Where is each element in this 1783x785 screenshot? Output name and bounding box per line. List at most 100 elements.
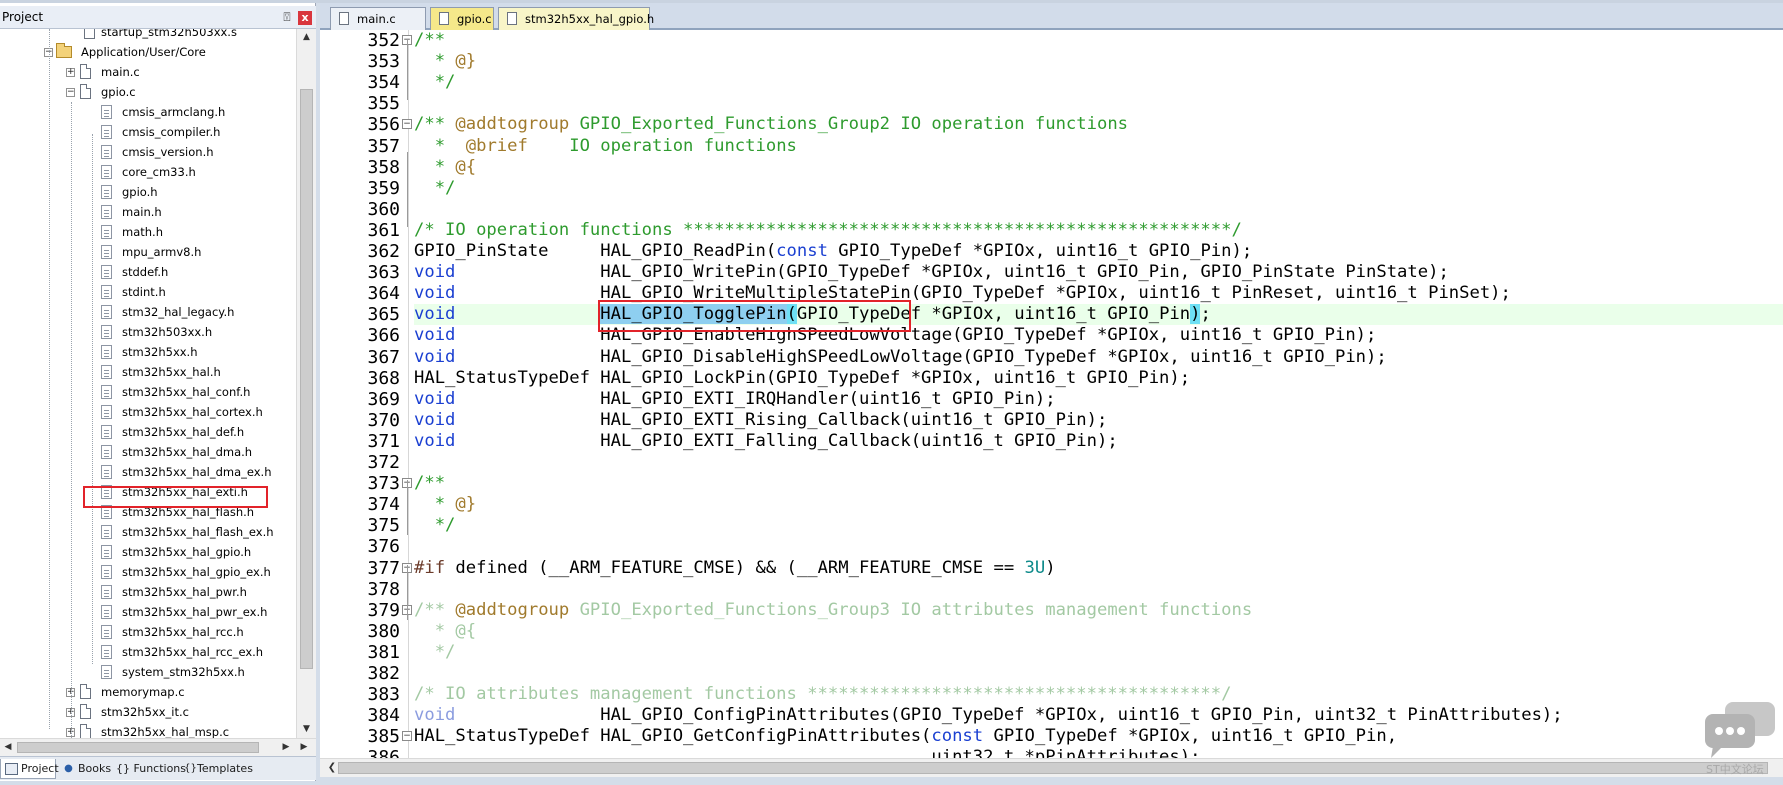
tab-gpio-c[interactable]: gpio.c [430, 7, 494, 30]
code-line[interactable]: HAL_StatusTypeDef HAL_GPIO_LockPin(GPIO_… [414, 368, 1783, 389]
tree-guide-line [71, 102, 72, 738]
code-line[interactable]: HAL_StatusTypeDef HAL_GPIO_GetConfigPinA… [414, 726, 1783, 747]
tab-main-c[interactable]: main.c [330, 7, 426, 30]
tree-file-item[interactable]: stm32h5xx_hal_rcc.h [0, 622, 296, 642]
tree-file-item[interactable]: stm32h503xx.h [0, 322, 296, 342]
code-line[interactable]: * @} [414, 51, 1783, 72]
tree-file-item[interactable]: stm32h5xx_hal_dma.h [0, 442, 296, 462]
tree-file-item[interactable]: cmsis_version.h [0, 142, 296, 162]
code-line[interactable] [414, 579, 1783, 600]
tree-horizontal-scroll-thumb[interactable] [17, 742, 259, 753]
tab-books[interactable]: ● Books [58, 759, 120, 779]
code-editor[interactable]: 352−353 354 355 356−357 358 359 360 361 362 363 36… [320, 30, 1783, 758]
tree-file-item[interactable]: stm32h5xx_hal_gpio.h [0, 542, 296, 562]
scroll-right-end-arrow-icon[interactable]: ▶ [296, 739, 312, 756]
fold-toggle-icon[interactable]: − [402, 731, 412, 742]
code-line[interactable]: /** [414, 473, 1783, 494]
tree-file-item[interactable]: stm32h5xx_hal.h [0, 362, 296, 382]
code-line[interactable]: * @} [414, 494, 1783, 515]
tree-file-item[interactable]: main.h [0, 202, 296, 222]
tree-file-item[interactable]: stm32_hal_legacy.h [0, 302, 296, 322]
code-line[interactable]: void HAL_GPIO_ConfigPinAttributes(GPIO_T… [414, 705, 1783, 726]
expand-icon[interactable]: + [66, 68, 75, 77]
tree-file-item[interactable]: cmsis_armclang.h [0, 102, 296, 122]
code-line[interactable]: void HAL_GPIO_EXTI_IRQHandler(uint16_t G… [414, 389, 1783, 410]
tree-folder-item[interactable]: − Application/User/Core [0, 42, 296, 62]
tree-file-item[interactable]: + stm32h5xx_hal_msp.c [0, 722, 296, 738]
tree-file-item[interactable]: stm32h5xx_hal_pwr_ex.h [0, 602, 296, 622]
code-line[interactable]: void HAL_GPIO_EXTI_Rising_Callback(uint1… [414, 410, 1783, 431]
code-token: const [776, 241, 828, 261]
tree-item-label: stm32h5xx_hal_cortex.h [122, 405, 263, 419]
tree-vertical-scrollbar[interactable]: ▲ ▼ [296, 29, 316, 738]
tree-file-item[interactable]: cmsis_compiler.h [0, 122, 296, 142]
tree-horizontal-scrollbar[interactable]: ◀ ▶ ▶ [0, 738, 316, 756]
code-area[interactable]: /** * @} */ /** @addtogroup GPIO_Exported… [414, 30, 1783, 758]
code-line[interactable] [414, 93, 1783, 114]
code-line[interactable] [414, 452, 1783, 473]
scroll-right-arrow-icon[interactable]: ▶ [278, 739, 294, 756]
tree-file-item[interactable]: stdint.h [0, 282, 296, 302]
tree-file-item[interactable]: stm32h5xx_hal_dma_ex.h [0, 462, 296, 482]
code-line[interactable]: uint32_t *pPinAttributes); [414, 747, 1783, 758]
tree-file-item[interactable]: math.h [0, 222, 296, 242]
tree-file-item[interactable]: stm32h5xx_hal_cortex.h [0, 402, 296, 422]
code-line[interactable]: */ [414, 72, 1783, 93]
tree-file-item[interactable]: + memorymap.c [0, 682, 296, 702]
tree-vertical-scroll-thumb[interactable] [300, 89, 313, 669]
tree-file-item[interactable]: stm32h5xx_hal_flash_ex.h [0, 522, 296, 542]
tree-file-item[interactable]: stm32h5xx_hal_conf.h [0, 382, 296, 402]
tree-item-label: stm32h5xx_hal_rcc.h [122, 625, 244, 639]
tree-file-item[interactable]: stm32h5xx_hal_pwr.h [0, 582, 296, 602]
code-line[interactable]: /* IO operation functions **************… [414, 220, 1783, 241]
code-line[interactable]: /** @addtogroup GPIO_Exported_Functions_… [414, 114, 1783, 135]
editor-horizontal-scroll-thumb[interactable] [338, 762, 1768, 774]
code-line[interactable]: * @brief IO operation functions [414, 136, 1783, 157]
tree-item-label: cmsis_compiler.h [122, 125, 221, 139]
code-line[interactable]: /** [414, 30, 1783, 51]
fold-toggle-icon[interactable]: − [402, 119, 412, 130]
code-line[interactable]: /* IO attributes management functions **… [414, 684, 1783, 705]
tree-file-item[interactable]: core_cm33.h [0, 162, 296, 182]
tree-file-item[interactable]: mpu_armv8.h [0, 242, 296, 262]
code-line[interactable]: * @{ [414, 157, 1783, 178]
pin-icon[interactable]: ⍔ [280, 9, 294, 25]
tree-file-item[interactable]: stm32h5xx_hal_def.h [0, 422, 296, 442]
line-number-gutter: 352−353 354 355 356−357 358 359 360 361 362 363 36… [320, 30, 412, 758]
code-line[interactable]: */ [414, 515, 1783, 536]
tree-file-item[interactable]: stm32h5xx.h [0, 342, 296, 362]
scroll-down-arrow-icon[interactable]: ▼ [297, 721, 316, 738]
code-line[interactable]: void HAL_GPIO_EXTI_Falling_Callback(uint… [414, 431, 1783, 452]
code-line[interactable]: */ [414, 178, 1783, 199]
code-line[interactable]: void HAL_GPIO_WritePin(GPIO_TypeDef *GPI… [414, 262, 1783, 283]
scroll-up-arrow-icon[interactable]: ▲ [297, 29, 316, 46]
tab-project[interactable]: Project [0, 759, 59, 779]
code-token: GPIO_PinState HAL_GPIO_ReadPin( [414, 241, 777, 261]
tree-file-item[interactable]: gpio.h [0, 182, 296, 202]
code-line[interactable]: */ [414, 642, 1783, 663]
tree-file-item[interactable]: startup_stm32h503xx.s [0, 29, 296, 42]
close-icon[interactable]: x [298, 11, 312, 25]
code-line[interactable]: * @{ [414, 621, 1783, 642]
editor-horizontal-scrollbar[interactable]: ❮ [320, 758, 1783, 777]
code-line[interactable]: void HAL_GPIO_DisableHighSPeedLowVoltage… [414, 347, 1783, 368]
code-line[interactable] [414, 536, 1783, 557]
code-line[interactable]: /** @addtogroup GPIO_Exported_Functions_… [414, 600, 1783, 621]
collapse-icon[interactable]: − [66, 88, 75, 97]
tree-file-item[interactable]: + main.c [0, 62, 296, 82]
tree-file-item[interactable]: system_stm32h5xx.h [0, 662, 296, 682]
tab-functions[interactable]: {} Functions [112, 759, 186, 779]
tree-file-item[interactable]: stddef.h [0, 262, 296, 282]
code-line[interactable]: GPIO_PinState HAL_GPIO_ReadPin(const GPI… [414, 241, 1783, 262]
code-line[interactable] [414, 663, 1783, 684]
tab-stm32h5xx-hal-gpio-h[interactable]: stm32h5xx_hal_gpio.h [498, 7, 654, 30]
tree-file-item[interactable]: stm32h5xx_hal_gpio_ex.h [0, 562, 296, 582]
tree-file-item[interactable]: + stm32h5xx_it.c [0, 702, 296, 722]
code-line[interactable]: #if defined (__ARM_FEATURE_CMSE) && (__A… [414, 558, 1783, 579]
tree-file-item[interactable]: stm32h5xx_hal_rcc_ex.h [0, 642, 296, 662]
tree-file-item[interactable]: − gpio.c [0, 82, 296, 102]
scroll-left-arrow-icon[interactable]: ◀ [0, 739, 16, 756]
code-line[interactable] [414, 199, 1783, 220]
file-icon [101, 405, 112, 419]
tab-templates[interactable]: {} Templates [180, 759, 258, 779]
